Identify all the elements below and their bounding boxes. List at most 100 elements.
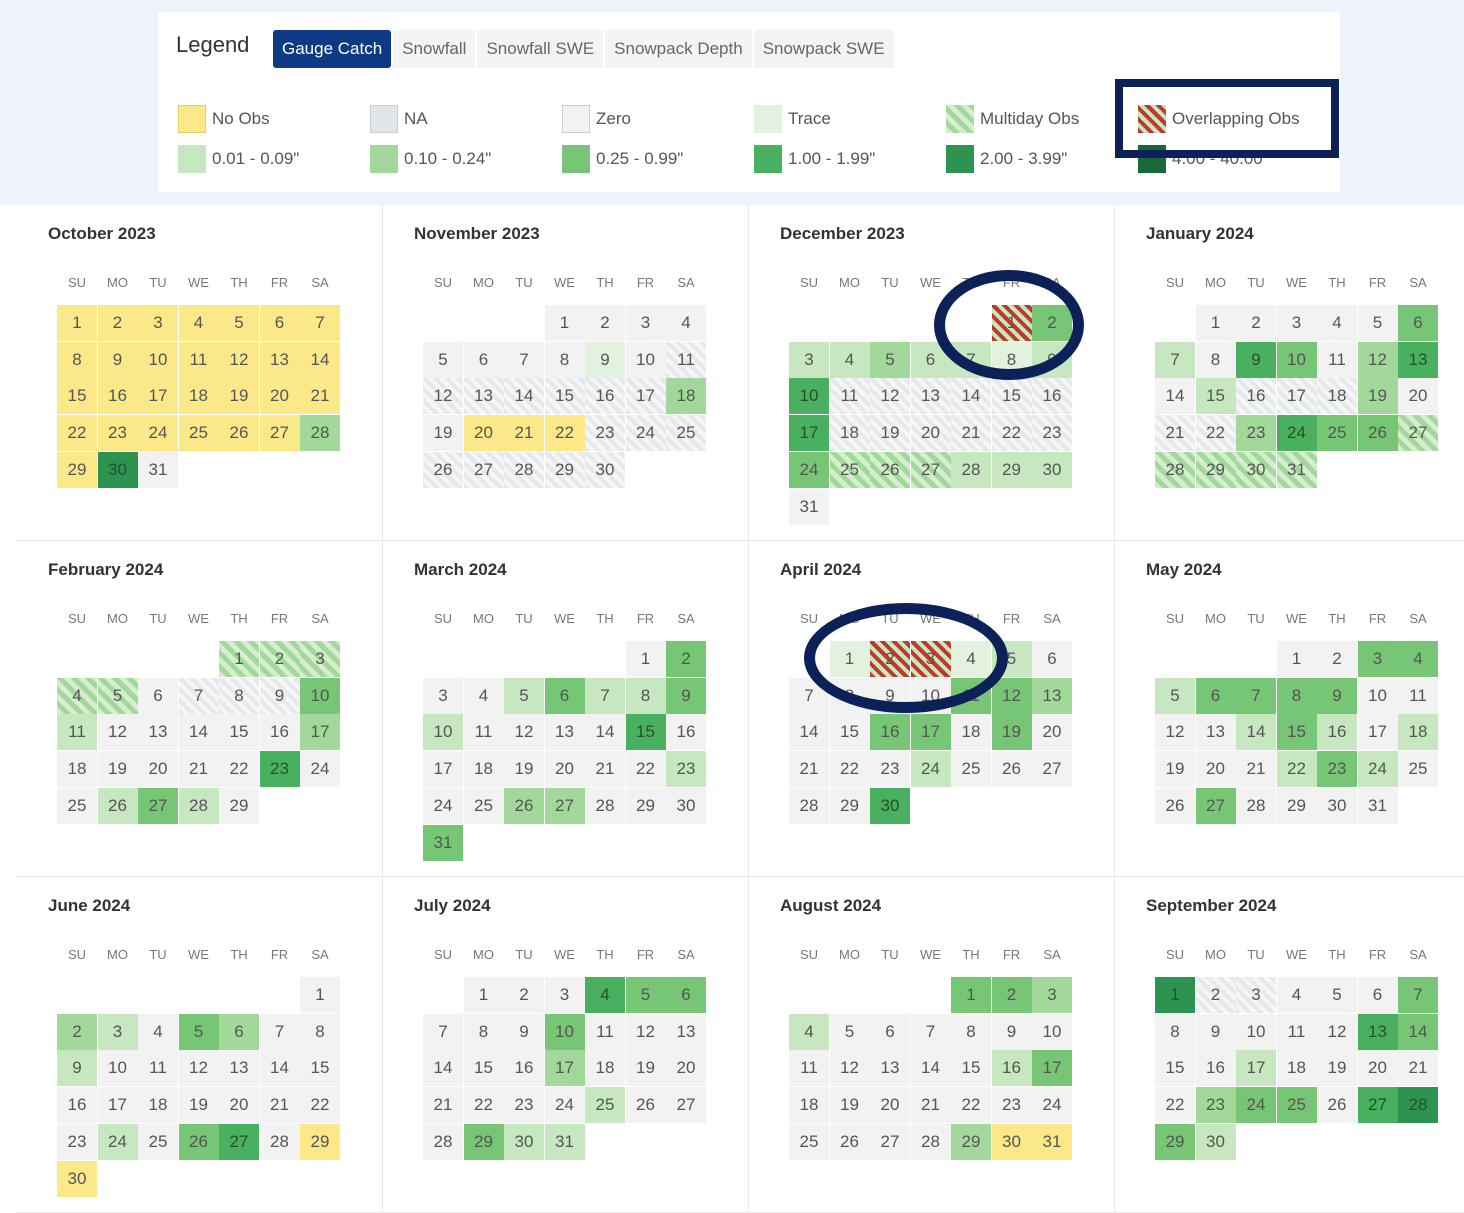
day-cell[interactable]: 6 [666,977,706,1013]
day-cell[interactable]: 16 [259,714,300,751]
tab-gauge-catch[interactable]: Gauge Catch [273,30,392,68]
day-cell[interactable]: 3 [1276,305,1317,341]
day-cell[interactable]: 17 [423,751,463,788]
day-cell[interactable]: 27 [666,1087,706,1124]
day-cell[interactable]: 16 [1317,714,1357,751]
day-cell[interactable]: 4 [57,677,97,714]
day-cell[interactable]: 20 [870,1087,910,1124]
day-cell[interactable]: 22 [544,415,585,452]
day-cell[interactable]: 17 [300,714,340,751]
day-cell[interactable]: 11 [1317,341,1357,378]
day-cell[interactable]: 7 [1155,341,1195,378]
day-cell[interactable]: 22 [1276,751,1317,788]
day-cell[interactable]: 3 [97,1013,138,1050]
day-cell[interactable]: 9 [1195,1013,1236,1050]
day-cell[interactable]: 24 [300,751,340,788]
day-cell[interactable]: 13 [463,378,504,415]
day-cell[interactable]: 29 [1195,451,1236,488]
day-cell[interactable]: 24 [544,1087,585,1124]
day-cell[interactable]: 23 [97,415,138,452]
day-cell[interactable]: 30 [504,1123,544,1160]
day-cell[interactable]: 27 [1398,415,1438,452]
day-cell[interactable]: 29 [1276,787,1317,824]
day-cell[interactable]: 3 [138,305,178,341]
day-cell[interactable]: 5 [1317,977,1357,1013]
day-cell[interactable]: 14 [259,1050,300,1087]
day-cell[interactable]: 5 [625,977,666,1013]
day-cell[interactable]: 27 [544,787,585,824]
day-cell[interactable]: 17 [625,378,666,415]
day-cell[interactable]: 28 [1155,451,1195,488]
day-cell[interactable]: 22 [991,415,1032,452]
day-cell[interactable]: 21 [1155,415,1195,452]
day-cell[interactable]: 12 [1317,1013,1357,1050]
day-cell[interactable]: 14 [423,1050,463,1087]
day-cell[interactable]: 21 [585,751,625,788]
day-cell[interactable]: 25 [57,787,97,824]
day-cell[interactable]: 17 [910,714,951,751]
day-cell[interactable]: 28 [951,451,991,488]
day-cell[interactable]: 2 [57,1013,97,1050]
day-cell[interactable]: 21 [789,751,829,788]
day-cell[interactable]: 25 [1276,1087,1317,1124]
day-cell[interactable]: 6 [1357,977,1398,1013]
day-cell[interactable]: 13 [666,1013,706,1050]
day-cell[interactable]: 18 [1276,1050,1317,1087]
day-cell[interactable]: 28 [585,787,625,824]
day-cell[interactable]: 29 [1155,1123,1195,1160]
day-cell[interactable]: 27 [1032,751,1072,788]
day-cell[interactable]: 18 [178,378,219,415]
day-cell[interactable]: 24 [625,415,666,452]
day-cell[interactable]: 22 [625,751,666,788]
day-cell[interactable]: 7 [1398,977,1438,1013]
day-cell[interactable]: 26 [1317,1087,1357,1124]
day-cell[interactable]: 21 [1236,751,1276,788]
day-cell[interactable]: 10 [1276,341,1317,378]
day-cell[interactable]: 29 [300,1123,340,1160]
day-cell[interactable]: 8 [625,677,666,714]
day-cell[interactable]: 12 [97,714,138,751]
day-cell[interactable]: 1 [300,977,340,1013]
day-cell[interactable]: 9 [991,1013,1032,1050]
day-cell[interactable]: 3 [789,341,829,378]
day-cell[interactable]: 12 [219,341,259,378]
day-cell[interactable]: 12 [870,378,910,415]
day-cell[interactable]: 18 [789,1087,829,1124]
day-cell[interactable]: 5 [97,677,138,714]
day-cell[interactable]: 4 [789,1013,829,1050]
day-cell[interactable]: 14 [951,378,991,415]
day-cell[interactable]: 18 [585,1050,625,1087]
day-cell[interactable]: 6 [1032,641,1072,677]
day-cell[interactable]: 2 [585,305,625,341]
day-cell[interactable]: 20 [544,751,585,788]
day-cell[interactable]: 11 [666,341,706,378]
day-cell[interactable]: 6 [138,677,178,714]
day-cell[interactable]: 3 [1357,641,1398,677]
day-cell[interactable]: 27 [870,1123,910,1160]
day-cell[interactable]: 5 [1155,677,1195,714]
day-cell[interactable]: 23 [1195,1087,1236,1124]
day-cell[interactable]: 17 [1276,378,1317,415]
day-cell[interactable]: 10 [1032,1013,1072,1050]
day-cell[interactable]: 11 [178,341,219,378]
day-cell[interactable]: 15 [57,378,97,415]
day-cell[interactable]: 8 [1195,341,1236,378]
day-cell[interactable]: 19 [625,1050,666,1087]
day-cell[interactable]: 28 [1236,787,1276,824]
day-cell[interactable]: 9 [259,677,300,714]
day-cell[interactable]: 23 [870,751,910,788]
day-cell[interactable]: 23 [259,751,300,788]
day-cell[interactable]: 25 [1317,415,1357,452]
day-cell[interactable]: 28 [423,1123,463,1160]
day-cell[interactable]: 5 [870,341,910,378]
day-cell[interactable]: 2 [1317,641,1357,677]
day-cell[interactable]: 28 [910,1123,951,1160]
day-cell[interactable]: 23 [991,1087,1032,1124]
day-cell[interactable]: 15 [1276,714,1317,751]
day-cell[interactable]: 18 [1317,378,1357,415]
day-cell[interactable]: 25 [829,451,870,488]
day-cell[interactable]: 30 [97,451,138,488]
day-cell[interactable]: 29 [951,1123,991,1160]
day-cell[interactable]: 9 [1236,341,1276,378]
day-cell[interactable]: 24 [1236,1087,1276,1124]
